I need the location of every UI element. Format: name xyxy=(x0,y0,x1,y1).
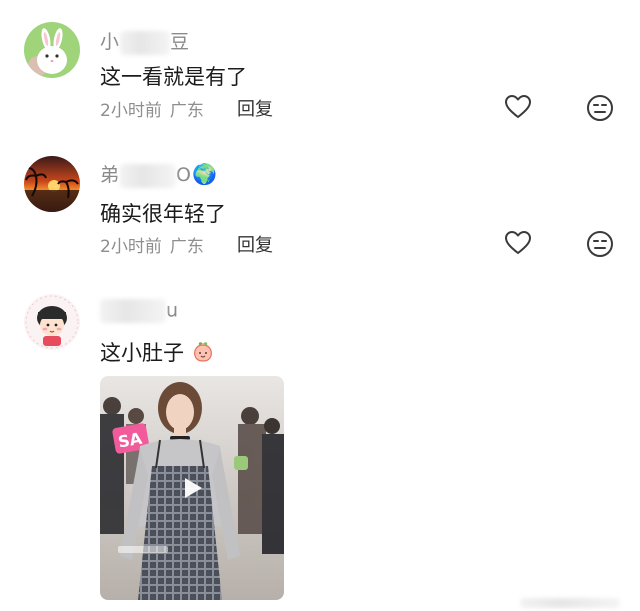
username-visible-end: u xyxy=(166,299,180,322)
cartoon-girl-avatar-icon xyxy=(24,294,80,350)
username-redacted xyxy=(100,299,166,323)
play-icon[interactable] xyxy=(178,474,206,502)
user-avatar[interactable] xyxy=(24,294,80,350)
watermark xyxy=(520,596,620,609)
watermark-redacted xyxy=(520,598,620,608)
comment-text: 这小肚子 xyxy=(100,337,215,367)
peach-emoji-icon xyxy=(193,342,212,362)
video-thumbnail[interactable]: SA xyxy=(100,376,284,600)
comment-text-body: 这小肚子 xyxy=(100,341,184,365)
comment-item: u 这小肚子 SA xyxy=(0,0,640,611)
username[interactable]: u xyxy=(100,299,179,323)
